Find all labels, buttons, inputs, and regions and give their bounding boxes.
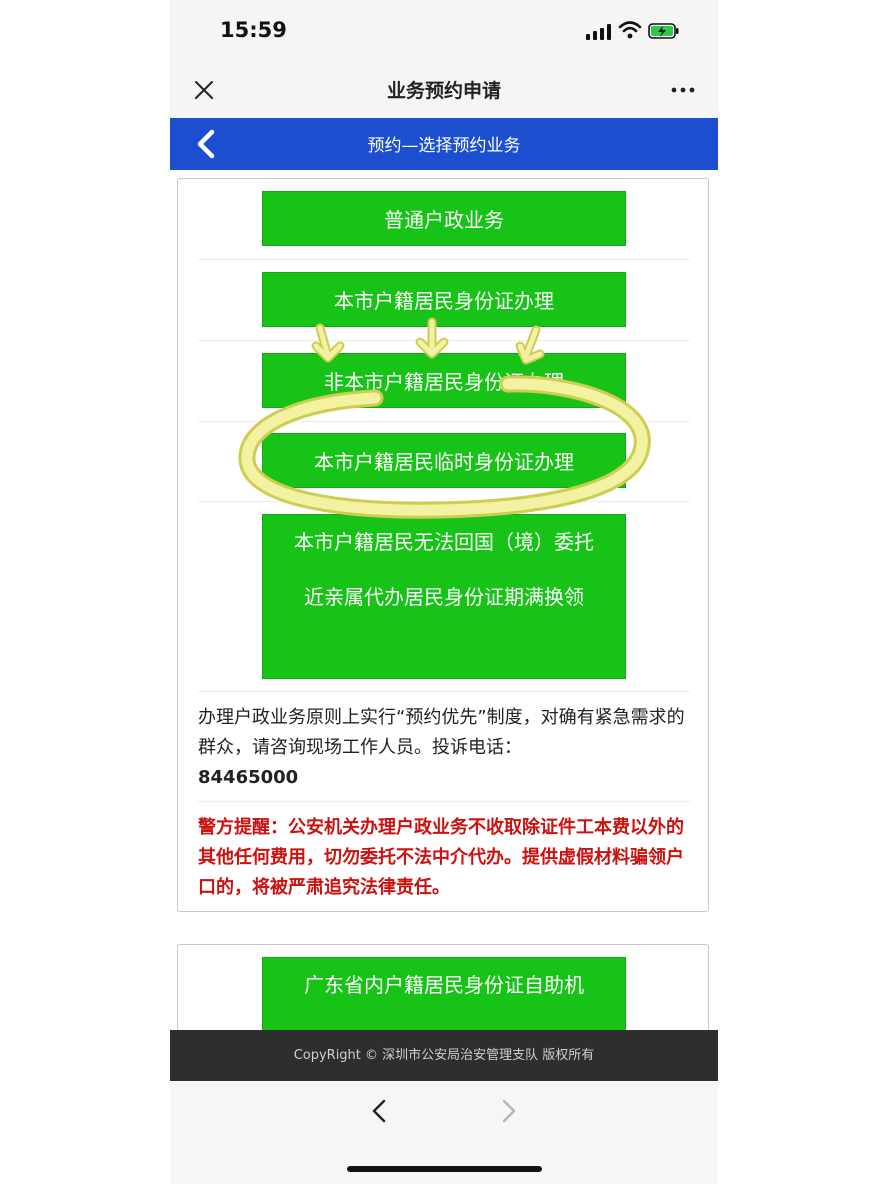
header-title: 预约—选择预约业务 (367, 136, 521, 156)
footer-copyright: CopyRight © 深圳市公安局治安管理支队 版权所有 (170, 1030, 718, 1081)
notice-body: 办理户政业务原则上实行“预约优先”制度，对确有紧急需求的群众，请咨询现场工作人员… (198, 707, 685, 758)
chevron-left-icon[interactable] (368, 1097, 390, 1125)
signal-icon (586, 24, 612, 40)
police-warning: 警方提醒：公安机关办理户政业务不收取除证件工本费以外的其他任何费用，切勿委托不法… (198, 817, 684, 898)
status-bar: 15:59 (170, 0, 718, 62)
wifi-icon (618, 21, 642, 39)
notice-text: 办理户政业务原则上实行“预约优先”制度，对确有紧急需求的群众，请咨询现场工作人员… (198, 703, 692, 793)
service-card: 普通户政业务 本市户籍居民身份证办理 非本市户籍居民身份证办理 本市户籍居民临时… (177, 178, 709, 912)
service-self-service-kiosk-button[interactable]: 广东省内户籍居民身份证自助机 (262, 957, 626, 1030)
service-proxy-renewal-button[interactable]: 本市户籍居民无法回国（境）委托近亲属代办居民身份证期满换领 (262, 514, 626, 679)
service-nonlocal-id-card-button[interactable]: 非本市户籍居民身份证办理 (262, 353, 626, 408)
status-time: 15:59 (220, 18, 287, 42)
service-general-household-button[interactable]: 普通户政业务 (262, 191, 626, 246)
service-card-secondary: 广东省内户籍居民身份证自助机 (177, 944, 709, 1030)
phone-screen: 15:59 业务预约申请 预约—选择预约业务 普通户政业务 本市户籍居民身份证办… (170, 0, 718, 1184)
more-icon[interactable] (668, 78, 698, 102)
service-temporary-id-card-button[interactable]: 本市户籍居民临时身份证办理 (262, 433, 626, 488)
chevron-right-icon[interactable] (498, 1097, 520, 1125)
nav-bar: 业务预约申请 (170, 62, 718, 119)
app-header: 预约—选择预约业务 (170, 118, 718, 170)
service-local-id-card-button[interactable]: 本市户籍居民身份证办理 (262, 272, 626, 327)
browser-toolbar (170, 1081, 718, 1184)
content-area: 普通户政业务 本市户籍居民身份证办理 非本市户籍居民身份证办理 本市户籍居民临时… (170, 170, 718, 1030)
home-indicator (347, 1166, 542, 1172)
complaint-hotline[interactable]: 84465000 (198, 767, 298, 788)
battery-charging-icon (648, 23, 679, 39)
nav-title: 业务预约申请 (386, 80, 501, 102)
